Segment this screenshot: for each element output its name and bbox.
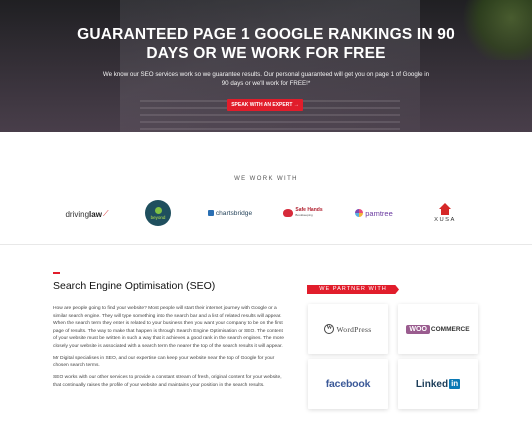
- swoosh-icon: ⟋: [102, 209, 109, 218]
- title-accent-bar: [53, 272, 60, 274]
- facebook-partner-card[interactable]: facebook: [308, 359, 388, 409]
- seo-body-text: How are people going to find your websit…: [53, 305, 285, 394]
- safe-hands-logo[interactable]: Safe Hands Bookkeeping: [278, 204, 328, 222]
- house-body-icon: [441, 209, 449, 215]
- drivinglaw-logo[interactable]: driving law ⟋: [57, 207, 117, 221]
- section-divider: [0, 244, 532, 245]
- xusa-logo-text: XUSA: [434, 217, 456, 223]
- drivinglaw-logo-text-a: driving: [65, 209, 90, 219]
- chartsbridge-logo[interactable]: chartsbridge: [204, 207, 256, 219]
- speak-with-expert-button[interactable]: SPEAK WITH AN EXPERT →: [227, 99, 303, 111]
- we-partner-with-heading: WE PARTNER WITH: [307, 285, 399, 294]
- woo-commerce-text: COMMERCE: [430, 325, 470, 333]
- linkedin-logo: Linked in: [415, 378, 461, 390]
- drivinglaw-logo-text-b: law: [89, 209, 102, 219]
- woo-bubble: WOO: [406, 324, 430, 334]
- wordpress-partner-card[interactable]: W WordPress: [308, 304, 388, 354]
- hero-subtitle: We know our SEO services work so we guar…: [102, 71, 430, 87]
- woocommerce-logo: WOO COMMERCE: [406, 324, 470, 334]
- linkedin-logo-text: Linked: [415, 378, 449, 390]
- linkedin-partner-card[interactable]: Linked in: [398, 359, 478, 409]
- facebook-logo: facebook: [325, 378, 371, 390]
- pamtree-logo-text: pamtree: [365, 208, 393, 218]
- beyond-logo[interactable]: beyond: [145, 200, 171, 226]
- woocommerce-partner-card[interactable]: WOO COMMERCE: [398, 304, 478, 354]
- hand-icon: [283, 209, 294, 217]
- seo-paragraph: Mr Digital specialises in SEO, and our e…: [53, 355, 275, 369]
- hero-title: GUARANTEED PAGE 1 GOOGLE RANKINGS IN 90 …: [77, 26, 455, 62]
- seo-paragraph: SEO works with our other services to pro…: [53, 375, 282, 388]
- hero-overlay: [0, 0, 532, 132]
- linkedin-in-icon: in: [449, 379, 461, 389]
- client-logos-strip: driving law ⟋ beyond chartsbridge Safe Han…: [0, 198, 532, 232]
- seo-paragraph: How are people going to find your websit…: [53, 306, 284, 349]
- safe-hands-logo-subtext: Bookkeeping: [295, 213, 313, 217]
- wordpress-logo-text: WordPress: [336, 324, 372, 334]
- we-work-with-heading: WE WORK WITH: [234, 176, 298, 182]
- wordpress-logo: W WordPress: [324, 324, 371, 334]
- wordpress-icon: W: [324, 324, 335, 334]
- pamtree-bulb-icon: [355, 209, 364, 217]
- seo-section-title: Search Engine Optimisation (SEO): [53, 280, 216, 292]
- chartsbridge-mark-icon: [207, 210, 214, 216]
- hero-banner: GUARANTEED PAGE 1 GOOGLE RANKINGS IN 90 …: [0, 0, 532, 132]
- beyond-dot-icon: [154, 206, 162, 214]
- pamtree-logo[interactable]: pamtree: [349, 206, 399, 220]
- chartsbridge-logo-text: chartsbridge: [215, 209, 253, 217]
- xusa-logo[interactable]: XUSA: [428, 200, 462, 226]
- beyond-logo-text: beyond: [150, 214, 166, 220]
